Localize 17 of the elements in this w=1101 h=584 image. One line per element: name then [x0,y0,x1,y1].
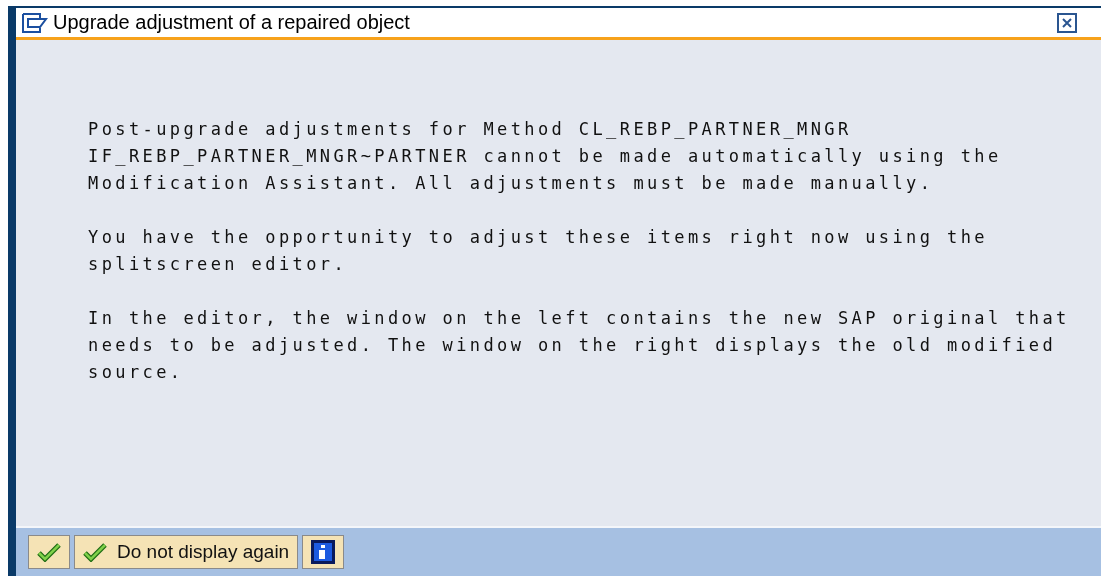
window-title: Upgrade adjustment of a repaired object [53,11,411,34]
close-icon[interactable] [1057,12,1077,33]
info-icon [311,540,336,564]
confirm-button[interactable] [28,535,70,569]
do-not-display-button[interactable]: Do not display again [74,535,299,569]
checkmark-icon [37,542,61,562]
dialog-icon [20,11,50,34]
message-line: You have the opportunity to adjust these items right now using the [88,226,989,249]
message-line: source. [88,361,185,384]
message-line: needs to be adjusted. The window on the right displays the old modified [88,334,1058,357]
message-line: In the editor, the window on the left contains the new SAP original that [88,307,1071,330]
message-line: IF_REBP_PARTNER_MNGR~PARTNER cannot be made automatically using the [88,145,1003,168]
checkmark-icon [83,542,107,562]
message-line: splitscreen editor. [88,253,349,276]
info-button[interactable] [302,535,345,569]
message-line: Post-upgrade adjustments for Method CL_REBP_PARTNER_MNGR [88,118,853,141]
message-line: Modification Assistant. All adjustments must be made manually. [88,172,935,195]
